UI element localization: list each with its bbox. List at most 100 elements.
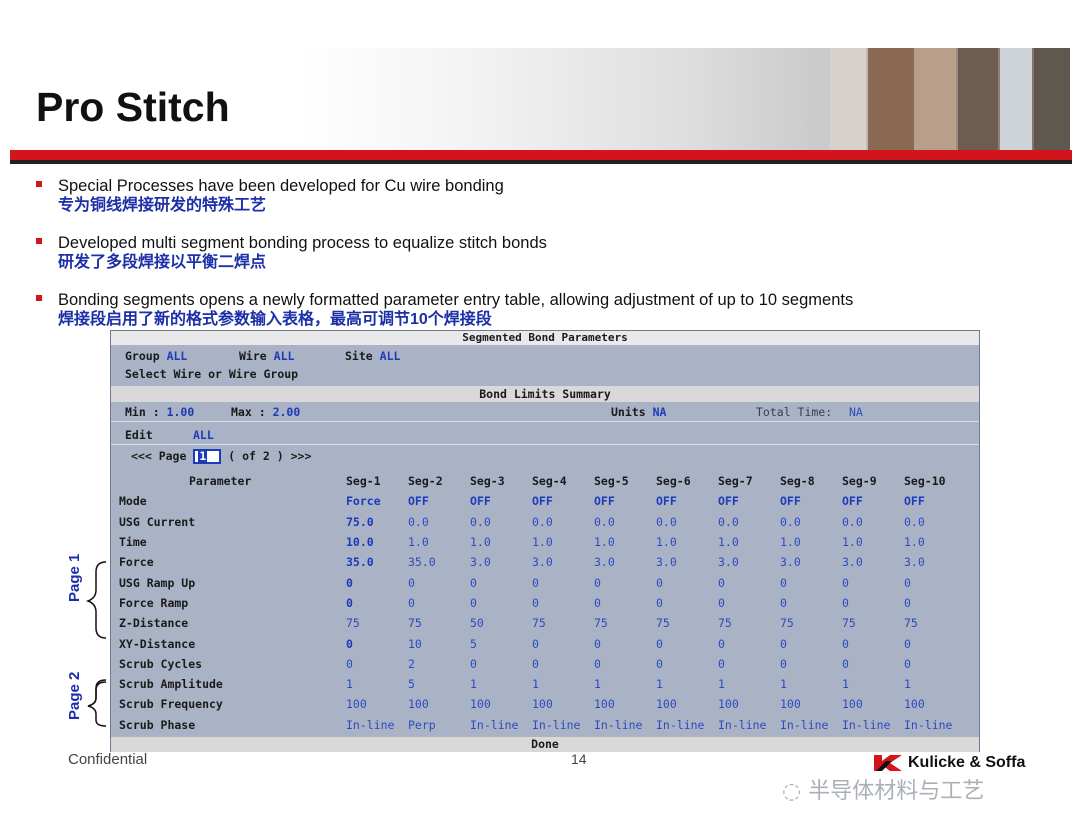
segment-value-cell[interactable]: 2 [408,654,470,674]
segment-value-cell[interactable]: 0 [656,654,718,674]
segment-value-cell[interactable]: 0 [842,572,904,592]
segment-value-cell[interactable]: 0 [780,633,842,653]
segment-value-cell[interactable]: In-line [594,715,656,735]
segment-value-cell[interactable]: 0 [718,654,780,674]
segment-value-cell[interactable]: 75 [656,613,718,633]
segment-value-cell[interactable]: In-line [346,715,408,735]
page-number-input[interactable]: 1 [193,449,222,464]
site-value[interactable]: ALL [380,349,401,363]
segment-value-cell[interactable]: 1 [470,674,532,694]
segment-value-cell[interactable]: 1.0 [656,532,718,552]
segment-value-cell[interactable]: In-line [780,715,842,735]
wire-selector[interactable]: Wire ALL [239,349,294,363]
segment-value-cell[interactable]: 75 [346,613,408,633]
segment-value-cell[interactable]: 0 [718,633,780,653]
site-selector[interactable]: Site ALL [345,349,400,363]
segment-value-cell[interactable]: 0.0 [532,512,594,532]
segment-value-cell[interactable]: 1 [532,674,594,694]
segment-value-cell[interactable]: 0 [904,572,966,592]
segment-value-cell[interactable]: 0 [780,654,842,674]
segment-value-cell[interactable]: 3.0 [532,552,594,572]
segment-value-cell[interactable]: 0 [532,593,594,613]
segment-value-cell[interactable]: 75.0 [346,512,408,532]
segment-value-cell[interactable]: 35.0 [408,552,470,572]
segment-value-cell[interactable]: 0 [346,572,408,592]
segment-value-cell[interactable]: OFF [718,491,780,511]
segment-value-cell[interactable]: 0 [408,593,470,613]
segment-value-cell[interactable]: 75 [904,613,966,633]
segment-value-cell[interactable]: 0 [718,593,780,613]
segment-value-cell[interactable]: 0 [842,593,904,613]
segment-value-cell[interactable]: 75 [780,613,842,633]
segment-value-cell[interactable]: OFF [594,491,656,511]
segment-value-cell[interactable]: 100 [408,694,470,714]
segment-value-cell[interactable]: 0.0 [408,512,470,532]
segment-value-cell[interactable]: 0.0 [780,512,842,532]
segment-value-cell[interactable]: 1 [842,674,904,694]
segment-value-cell[interactable]: 0 [718,572,780,592]
segment-value-cell[interactable]: 0 [904,633,966,653]
segment-value-cell[interactable]: 100 [594,694,656,714]
segment-value-cell[interactable]: 5 [408,674,470,694]
segment-value-cell[interactable]: OFF [408,491,470,511]
segment-value-cell[interactable]: Perp [408,715,470,735]
segment-value-cell[interactable]: 1 [594,674,656,694]
segment-value-cell[interactable]: 0 [346,593,408,613]
segment-value-cell[interactable]: In-line [718,715,780,735]
segment-value-cell[interactable]: 1.0 [780,532,842,552]
group-selector[interactable]: Group ALL [125,349,187,363]
segment-value-cell[interactable]: OFF [842,491,904,511]
segment-value-cell[interactable]: In-line [656,715,718,735]
segment-value-cell[interactable]: 75 [842,613,904,633]
segment-value-cell[interactable]: 1 [656,674,718,694]
segment-value-cell[interactable]: OFF [780,491,842,511]
segment-value-cell[interactable]: 0.0 [594,512,656,532]
segment-value-cell[interactable]: OFF [656,491,718,511]
segment-value-cell[interactable]: 100 [346,694,408,714]
segment-value-cell[interactable]: 50 [470,613,532,633]
segment-value-cell[interactable]: 3.0 [656,552,718,572]
segment-value-cell[interactable]: 0.0 [470,512,532,532]
segment-value-cell[interactable]: 1.0 [904,532,966,552]
segment-value-cell[interactable]: 0 [470,654,532,674]
segment-value-cell[interactable]: 100 [780,694,842,714]
segment-value-cell[interactable]: 100 [842,694,904,714]
segment-value-cell[interactable]: 1 [346,674,408,694]
segment-value-cell[interactable]: 0 [842,654,904,674]
segment-value-cell[interactable]: 75 [594,613,656,633]
segment-value-cell[interactable]: 100 [656,694,718,714]
segment-value-cell[interactable]: 0 [904,593,966,613]
segment-value-cell[interactable]: 0 [532,654,594,674]
segment-value-cell[interactable]: 10.0 [346,532,408,552]
segment-value-cell[interactable]: 75 [408,613,470,633]
segment-value-cell[interactable]: 3.0 [594,552,656,572]
done-button[interactable]: Done [111,737,979,752]
segment-value-cell[interactable]: 0.0 [842,512,904,532]
segment-value-cell[interactable]: 100 [470,694,532,714]
segment-value-cell[interactable]: 1.0 [470,532,532,552]
segment-value-cell[interactable]: 3.0 [718,552,780,572]
group-value[interactable]: ALL [167,349,188,363]
segment-value-cell[interactable]: 0 [594,633,656,653]
segment-value-cell[interactable]: 0 [594,654,656,674]
segment-value-cell[interactable]: In-line [532,715,594,735]
segment-value-cell[interactable]: 5 [470,633,532,653]
segment-value-cell[interactable]: 0 [780,572,842,592]
segment-value-cell[interactable]: 0 [532,572,594,592]
segment-value-cell[interactable]: 0 [594,572,656,592]
segment-value-cell[interactable]: 0 [656,593,718,613]
page-prev-button[interactable]: <<< Page [131,449,186,463]
segment-value-cell[interactable]: 0 [470,593,532,613]
segment-value-cell[interactable]: 0 [904,654,966,674]
segment-value-cell[interactable]: 0.0 [656,512,718,532]
segment-value-cell[interactable]: 10 [408,633,470,653]
segment-value-cell[interactable]: 100 [718,694,780,714]
segment-value-cell[interactable]: In-line [470,715,532,735]
segment-value-cell[interactable]: 1.0 [408,532,470,552]
segment-value-cell[interactable]: 35.0 [346,552,408,572]
segment-value-cell[interactable]: In-line [904,715,966,735]
segment-value-cell[interactable]: 1.0 [594,532,656,552]
segment-value-cell[interactable]: 75 [532,613,594,633]
segment-value-cell[interactable]: 1 [904,674,966,694]
segment-value-cell[interactable]: In-line [842,715,904,735]
